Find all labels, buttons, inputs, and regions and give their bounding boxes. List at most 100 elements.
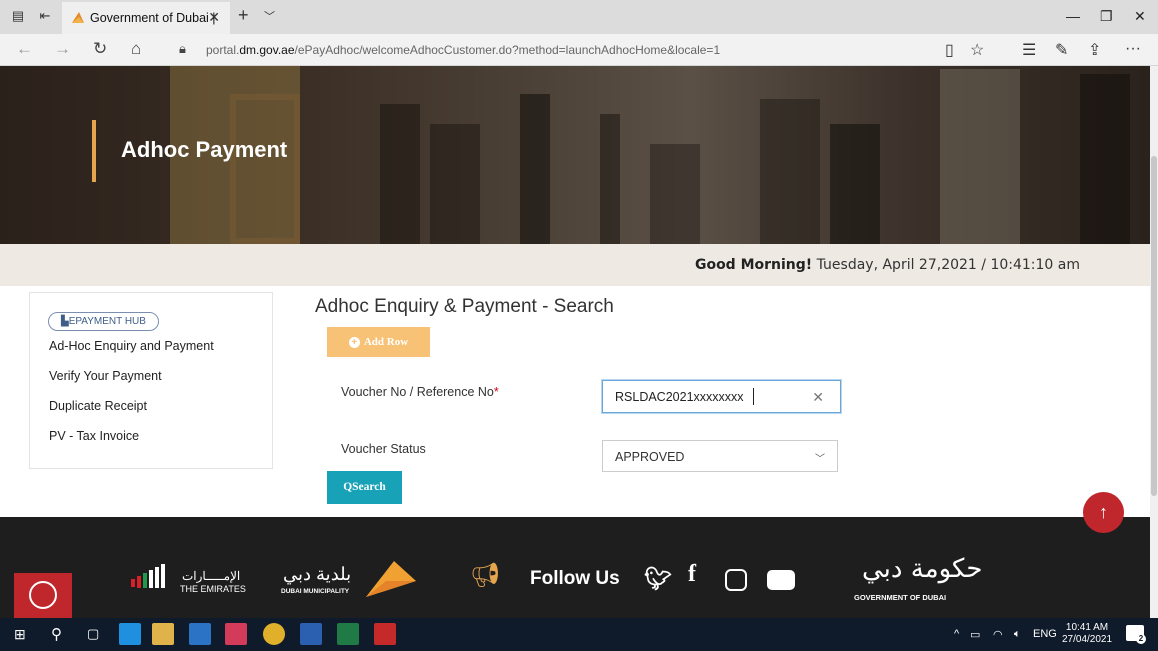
task-view-icon[interactable]: ▢	[87, 626, 99, 642]
scrollbar-thumb[interactable]	[1151, 156, 1157, 496]
tray-overflow-icon[interactable]: ^	[954, 628, 959, 640]
wifi-icon[interactable]: ◠	[993, 628, 1003, 641]
dm-arabic-text: بلدية دبي	[283, 564, 352, 584]
windows-taskbar: ⊞ ⚲ ▢ ^ ▭ ◠ 🔈︎ ENG 10:41 AM 27/04/2021 2	[0, 618, 1158, 651]
greeting-strip: Good Morning! Tuesday, April 27,2021 / 1…	[0, 244, 1150, 286]
tab-list-chevron-icon[interactable]: ﹀	[264, 8, 275, 24]
site-favicon-icon	[72, 12, 84, 23]
url-prefix: portal.	[206, 43, 240, 57]
voucher-number-input[interactable]: RSLDAC2021xxxxxxxx ✕	[602, 380, 841, 413]
chart-icon: ▙	[61, 316, 69, 327]
text-cursor	[753, 388, 754, 405]
url-field[interactable]: portal.dm.gov.ae/ePayAdhoc/welcomeAdhocC…	[206, 43, 720, 57]
megaphone-icon[interactable]: 📢︎	[470, 561, 500, 590]
search-taskbar-icon[interactable]: ⚲	[51, 625, 62, 643]
uae-arabic-text: الإمـــــارات	[182, 569, 241, 583]
back-icon[interactable]: ←	[16, 40, 33, 58]
skyline-decoration	[650, 144, 700, 244]
minimize-icon[interactable]: —	[1066, 8, 1080, 24]
greeting-salutation: Good Morning!	[694, 257, 813, 273]
voucher-input-value: RSLDAC2021xxxxxxxx	[615, 390, 744, 404]
skyline-decoration	[940, 69, 1020, 244]
skyline-decoration	[230, 94, 300, 244]
forward-icon[interactable]: →	[54, 40, 71, 58]
language-indicator[interactable]: ENG	[1033, 628, 1057, 640]
chrome-icon[interactable]	[263, 623, 285, 645]
lock-icon[interactable]: 🔒︎	[179, 41, 186, 57]
greeting-separator: /	[981, 257, 986, 273]
sidebar-item-duplicate-receipt[interactable]: Duplicate Receipt	[49, 399, 147, 413]
skyline-decoration	[760, 99, 820, 244]
greeting-date: Tuesday, April 27,2021	[816, 257, 977, 273]
set-tabs-aside-icon[interactable]: ⇤	[38, 9, 52, 23]
skyline-decoration	[430, 124, 480, 244]
new-tab-icon[interactable]: +	[238, 5, 249, 26]
hub-label: EPAYMENT HUB	[68, 316, 146, 327]
voucher-field-label: Voucher No / Reference No*	[341, 385, 499, 399]
search-button[interactable]: QSearch	[327, 471, 402, 504]
voucher-status-select[interactable]: APPROVED ﹀	[602, 440, 838, 472]
gov-dubai-arabic-text: حكومة دبي	[862, 554, 983, 584]
page-scrollbar[interactable]	[1150, 66, 1158, 618]
skyline-decoration	[520, 94, 550, 244]
back-to-top-button[interactable]: ↑	[1083, 492, 1124, 533]
gov-dubai-english-text: GOVERNMENT OF DUBAI	[854, 593, 947, 602]
voucher-status-label: Voucher Status	[341, 442, 426, 456]
tab-close-icon[interactable]: ✕	[208, 9, 220, 26]
reading-view-icon[interactable]: ▯	[945, 40, 954, 60]
acrobat-icon[interactable]	[374, 623, 396, 645]
skyline-decoration	[830, 124, 880, 244]
sidebar-menu: ▙EPAYMENT HUB Ad-Hoc Enquiry and Payment…	[29, 292, 273, 469]
excel-icon[interactable]	[337, 623, 359, 645]
word-icon[interactable]	[300, 623, 322, 645]
browser-tab-bar: ▤ ⇤ Government of Dubai | ✕ + ﹀ — ❐ ✕	[0, 0, 1158, 34]
edge-app-icon[interactable]	[119, 623, 141, 645]
youtube-icon[interactable]	[767, 570, 795, 590]
footer: الإمـــــارات THE EMIRATES بلدية دبي DUB…	[0, 517, 1150, 618]
file-explorer-icon[interactable]	[152, 623, 174, 645]
clear-input-icon[interactable]: ✕	[812, 389, 824, 406]
address-bar-row: ← → ↻ ⌂ 🔒︎ portal.dm.gov.ae/ePayAdhoc/we…	[0, 34, 1158, 66]
battery-icon[interactable]: ▭	[970, 628, 980, 641]
sidebar-item-pv-tax-invoice[interactable]: PV - Tax Invoice	[49, 429, 139, 443]
sidebar-item-verify-payment[interactable]: Verify Your Payment	[49, 369, 162, 383]
app-icon[interactable]	[225, 623, 247, 645]
favorite-star-icon[interactable]: ☆	[970, 40, 984, 60]
hero-accent-bar	[92, 120, 96, 182]
required-asterisk: *	[493, 385, 499, 399]
tab-government-of-dubai[interactable]: Government of Dubai | ✕	[62, 2, 230, 34]
clock-time: 10:41 AM	[1065, 622, 1109, 633]
instagram-icon[interactable]	[725, 569, 747, 591]
search-icon: Q	[343, 481, 353, 493]
facebook-icon[interactable]: f	[688, 561, 696, 588]
home-icon[interactable]: ⌂	[131, 40, 141, 58]
feedback-smiley-button[interactable]	[14, 573, 72, 618]
windows-start-icon[interactable]: ⊞	[14, 626, 26, 643]
search-label: Search	[352, 481, 386, 493]
volume-icon[interactable]: 🔈︎	[1014, 628, 1021, 641]
taskbar-clock[interactable]: 10:41 AM 27/04/2021	[1062, 622, 1112, 646]
uae-logo-icon[interactable]	[131, 563, 177, 595]
share-icon[interactable]: ⇪	[1088, 40, 1101, 60]
uae-english-text: THE EMIRATES	[180, 584, 246, 594]
refresh-icon[interactable]: ↻	[93, 40, 107, 58]
clock-date: 27/04/2021	[1062, 634, 1113, 645]
web-notes-icon[interactable]: ✎	[1055, 40, 1068, 60]
sidebar-item-adhoc-enquiry[interactable]: Ad-Hoc Enquiry and Payment	[49, 339, 214, 353]
twitter-icon[interactable]: 🐦︎	[644, 566, 672, 592]
follow-us-label: Follow Us	[530, 568, 620, 589]
dm-english-text: DUBAI MUNICIPALITY	[281, 588, 350, 595]
window-close-icon[interactable]: ✕	[1134, 8, 1146, 25]
page-viewport: Adhoc Payment Good Morning! Tuesday, Apr…	[0, 66, 1150, 618]
favorites-hub-icon[interactable]: ☰	[1022, 40, 1036, 60]
skyline-decoration	[380, 104, 420, 244]
epayment-hub-badge[interactable]: ▙EPAYMENT HUB	[48, 312, 159, 331]
restore-icon[interactable]: ❐	[1100, 8, 1113, 25]
tab-actions-icon[interactable]: ▤	[11, 9, 25, 23]
dubai-municipality-logo-icon[interactable]	[364, 559, 418, 599]
more-icon[interactable]: ···	[1125, 40, 1141, 58]
add-row-button[interactable]: + Add Row	[327, 327, 430, 357]
plus-circle-icon: +	[348, 337, 360, 348]
voucher-label-text: Voucher No / Reference No	[341, 385, 494, 399]
outlook-icon[interactable]	[189, 623, 211, 645]
